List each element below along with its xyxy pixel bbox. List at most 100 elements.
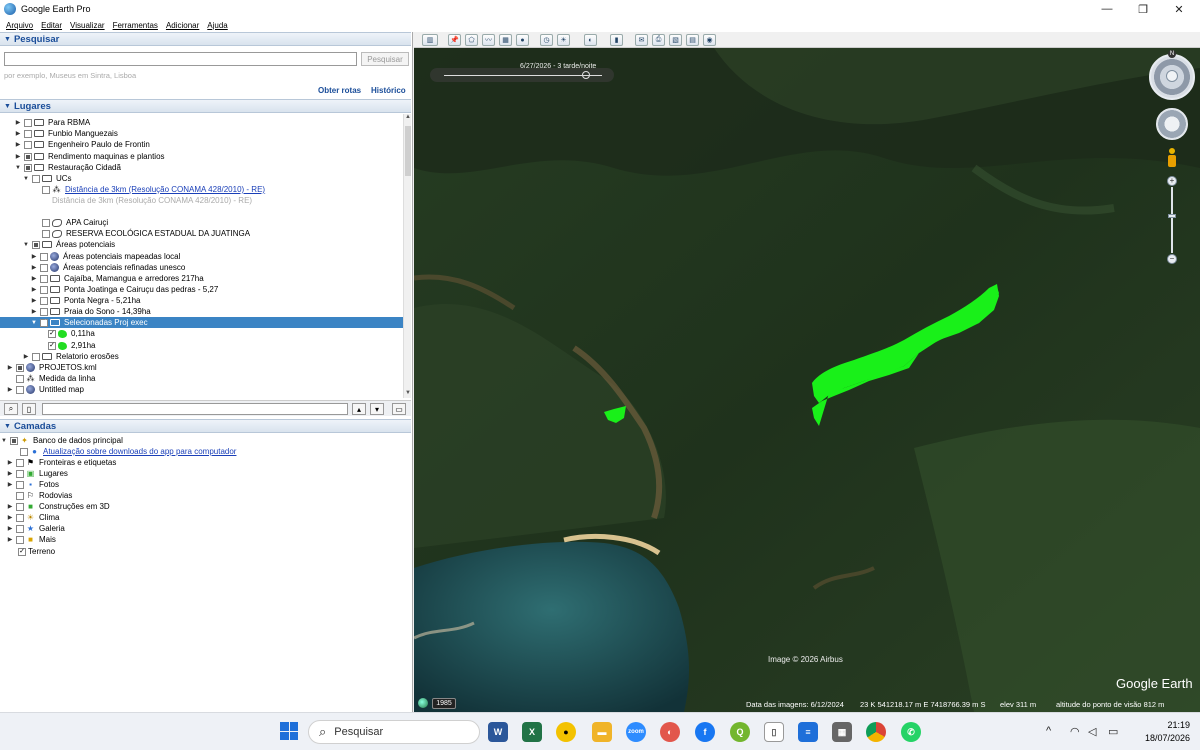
checkbox[interactable] xyxy=(16,363,24,372)
checkbox[interactable] xyxy=(40,296,48,305)
north-indicator[interactable]: N xyxy=(1168,50,1176,58)
expand-arrow-icon[interactable]: ▶ xyxy=(30,264,38,271)
tray-chevron-icon[interactable]: ^ xyxy=(1046,725,1051,737)
time-slider-knob[interactable] xyxy=(582,71,590,79)
list-item[interactable]: ⚐ Rodovias xyxy=(6,490,72,501)
sunlight-icon[interactable]: ☀ xyxy=(557,34,570,46)
expand-arrow-icon[interactable]: ▶ xyxy=(30,275,38,282)
menu-ajuda[interactable]: Ajuda xyxy=(207,21,227,30)
expand-arrow-icon[interactable]: ▶ xyxy=(14,141,22,148)
checkbox[interactable] xyxy=(16,502,24,511)
sidebar-options-icon[interactable]: ▭ xyxy=(392,403,406,415)
expand-arrow-icon[interactable]: ▶ xyxy=(6,536,14,543)
checkbox[interactable] xyxy=(16,491,24,500)
notes-icon[interactable]: ≡ xyxy=(798,722,818,742)
expand-arrow-icon[interactable]: ▶ xyxy=(30,308,38,315)
list-item[interactable]: ✓ 0,11ha xyxy=(46,328,95,339)
list-item[interactable]: ▼ Áreas potenciais xyxy=(22,239,115,250)
search-section-header[interactable]: ▼ Pesquisar xyxy=(0,32,411,46)
list-item[interactable]: ▶ Engenheiro Paulo de Frontin xyxy=(14,139,150,150)
list-item[interactable]: ▶ Áreas potenciais mapeadas local xyxy=(30,251,180,262)
checkbox[interactable] xyxy=(42,229,50,238)
historical-imagery-globe-icon[interactable] xyxy=(418,698,428,708)
close-button[interactable]: ✕ xyxy=(1156,0,1200,18)
checkbox[interactable] xyxy=(24,152,32,161)
list-item[interactable]: ▼ UCs xyxy=(22,173,72,184)
expand-arrow-icon[interactable]: ▶ xyxy=(6,459,14,466)
checkbox[interactable] xyxy=(40,263,48,272)
expand-arrow-icon[interactable]: ▶ xyxy=(6,525,14,532)
list-item[interactable]: ▶ Untitled map xyxy=(6,384,84,395)
earth-gallery-icon[interactable]: ◉ xyxy=(703,34,716,46)
collapse-arrow-icon[interactable]: ▼ xyxy=(0,438,8,444)
panel-toggle-icon[interactable]: ▯ xyxy=(22,403,36,415)
zoom-thumb[interactable] xyxy=(1168,214,1176,218)
menu-arquivo[interactable]: Arquivo xyxy=(6,21,33,30)
google-maps-icon[interactable]: ▤ xyxy=(686,34,699,46)
scroll-down-icon[interactable]: ▼ xyxy=(404,390,412,398)
app-icon[interactable]: ● xyxy=(556,722,576,742)
list-item[interactable]: ⁂ Distância de 3km (Resolução CONAMA 428/… xyxy=(32,184,265,195)
expand-arrow-icon[interactable]: ▶ xyxy=(6,481,14,488)
checkbox[interactable]: ✓ xyxy=(40,318,48,327)
zoom-in-icon[interactable]: + xyxy=(1167,176,1177,186)
time-slider-track[interactable] xyxy=(444,75,602,76)
windows-start-icon[interactable] xyxy=(280,722,298,740)
checkbox[interactable] xyxy=(42,185,50,194)
checkbox[interactable] xyxy=(16,385,24,394)
battery-icon[interactable]: ▭ xyxy=(1108,725,1118,738)
expand-arrow-icon[interactable]: ▶ xyxy=(22,353,30,360)
list-item[interactable]: ● Atualização sobre downloads do app para… xyxy=(10,446,236,457)
checkbox[interactable] xyxy=(32,174,40,183)
system-clock[interactable]: 21:19 18/07/2026 xyxy=(1134,719,1190,745)
move-up-icon[interactable]: ▴ xyxy=(352,403,366,415)
list-item[interactable]: ▶ Ponta Negra - 5,21ha xyxy=(30,295,141,306)
time-slider[interactable] xyxy=(430,68,614,82)
expand-arrow-icon[interactable]: ▶ xyxy=(30,253,38,260)
menu-ferramentas[interactable]: Ferramentas xyxy=(113,21,158,30)
checkbox[interactable] xyxy=(24,140,32,149)
whatsapp-icon[interactable]: ✆ xyxy=(901,722,921,742)
list-item[interactable]: ✓ Terreno xyxy=(16,546,55,557)
checkbox[interactable] xyxy=(16,524,24,533)
list-item[interactable]: ▶ PROJETOS.kml xyxy=(6,362,97,373)
calculator-icon[interactable]: ▦ xyxy=(832,722,852,742)
expand-arrow-icon[interactable]: ▶ xyxy=(14,153,22,160)
checkbox[interactable] xyxy=(42,218,50,227)
menu-editar[interactable]: Editar xyxy=(41,21,62,30)
checkbox[interactable] xyxy=(40,252,48,261)
ruler-icon[interactable]: ▮ xyxy=(610,34,623,46)
list-item[interactable]: ▶ Funbio Manguezais xyxy=(14,128,118,139)
expand-arrow-icon[interactable]: ▶ xyxy=(6,503,14,510)
collapse-arrow-icon[interactable]: ▼ xyxy=(22,242,30,248)
wifi-icon[interactable]: ◠ xyxy=(1070,725,1080,738)
facebook-icon[interactable]: f xyxy=(695,722,715,742)
places-section-header[interactable]: ▼ Lugares xyxy=(0,99,411,113)
checkbox[interactable] xyxy=(32,240,40,249)
list-item[interactable]: ▶ ⚑ Fronteiras e etiquetas xyxy=(6,457,117,468)
print-icon[interactable]: ⎙ xyxy=(652,34,665,46)
qgis-icon[interactable]: Q xyxy=(730,722,750,742)
menu-visualizar[interactable]: Visualizar xyxy=(70,21,105,30)
expand-arrow-icon[interactable]: ▶ xyxy=(6,470,14,477)
layers-section-header[interactable]: ▼ Camadas xyxy=(0,419,411,433)
list-item[interactable]: ▶ ★ Galeria xyxy=(6,523,65,534)
search-input[interactable] xyxy=(4,52,357,66)
list-item[interactable]: ✓ 2,91ha xyxy=(46,340,95,351)
expand-arrow-icon[interactable]: ▶ xyxy=(14,119,22,126)
list-item[interactable]: ▼ Restauração Cidadã xyxy=(14,162,121,173)
word-icon[interactable]: W xyxy=(488,722,508,742)
collapse-arrow-icon[interactable]: ▼ xyxy=(14,165,22,171)
volume-icon[interactable]: ◁ xyxy=(1088,725,1096,738)
path-tool-icon[interactable]: 〰 xyxy=(482,34,495,46)
checkbox[interactable] xyxy=(32,352,40,361)
search-places-icon[interactable]: ⌕ xyxy=(4,403,18,415)
excel-icon[interactable]: X xyxy=(522,722,542,742)
checkbox[interactable] xyxy=(16,535,24,544)
list-item[interactable]: ▼ ✦ Banco de dados principal xyxy=(0,435,123,446)
expand-arrow-icon[interactable]: ▶ xyxy=(6,514,14,521)
placemark-icon[interactable]: 📌 xyxy=(448,34,461,46)
polygon-tool-icon[interactable]: ⬠ xyxy=(465,34,478,46)
list-item[interactable]: ▶ Para RBMA xyxy=(14,117,91,128)
checkbox[interactable] xyxy=(16,480,24,489)
